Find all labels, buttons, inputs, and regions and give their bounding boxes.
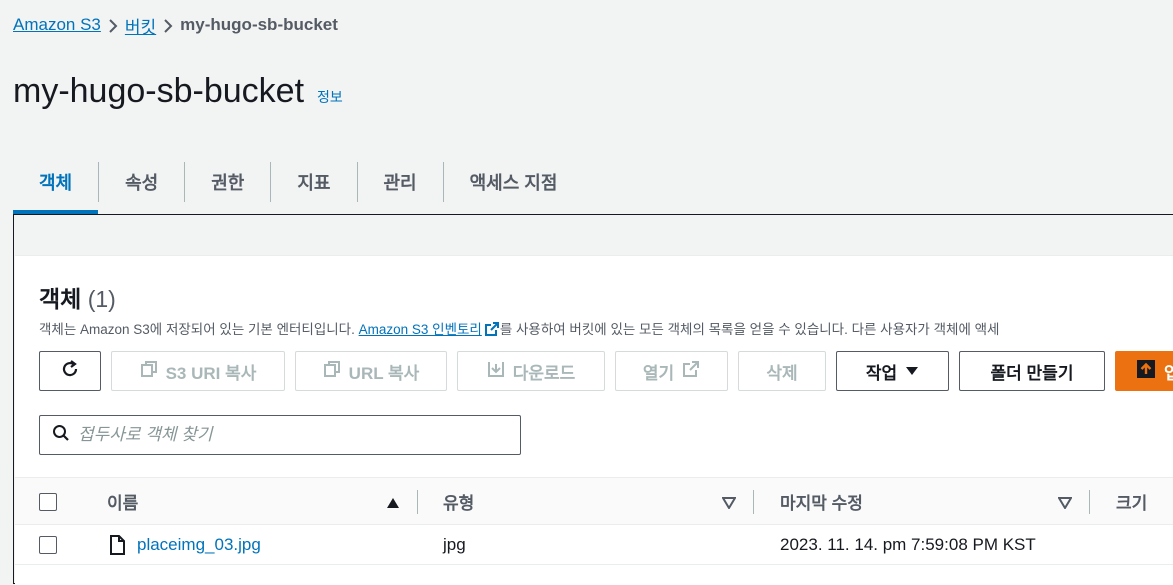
page-title: my-hugo-sb-bucket bbox=[13, 72, 305, 110]
breadcrumb-current: my-hugo-sb-bucket bbox=[180, 15, 338, 34]
search-input[interactable] bbox=[78, 425, 498, 445]
tab-permissions[interactable]: 권한 bbox=[185, 150, 270, 214]
copy-s3-uri-label: S3 URI 복사 bbox=[165, 363, 257, 383]
desc-text-before: 객체는 Amazon S3에 저장되어 있는 기본 엔터티입니다. bbox=[39, 322, 359, 337]
page-header: my-hugo-sb-bucket 정보 bbox=[13, 72, 343, 111]
create-folder-button[interactable]: 폴더 만들기 bbox=[959, 351, 1105, 391]
file-icon bbox=[109, 525, 125, 565]
column-size[interactable]: 크기 bbox=[1116, 478, 1147, 524]
delete-label: 삭제 bbox=[766, 363, 798, 383]
chevron-right-icon bbox=[156, 15, 180, 35]
tab-bar: 객체 속성 권한 지표 관리 액세스 지점 bbox=[13, 150, 583, 214]
external-link-icon bbox=[682, 360, 700, 383]
copy-url-button[interactable]: URL 복사 bbox=[295, 351, 447, 391]
tab-properties[interactable]: 속성 bbox=[99, 150, 184, 214]
breadcrumb-buckets[interactable]: 버킷 bbox=[125, 13, 156, 38]
upload-button[interactable]: 업 bbox=[1115, 351, 1173, 391]
copy-url-label: URL 복사 bbox=[348, 363, 420, 383]
delete-button[interactable]: 삭제 bbox=[738, 351, 826, 391]
sort-caret-icon[interactable] bbox=[1057, 496, 1073, 514]
upload-label: 업 bbox=[1164, 363, 1173, 383]
select-all-checkbox[interactable] bbox=[39, 493, 57, 511]
object-type: jpg bbox=[443, 535, 466, 554]
tab-panel: 객체 (1) 객체는 Amazon S3에 저장되어 있는 기본 엔터티입니다.… bbox=[13, 214, 1173, 585]
tab-metrics[interactable]: 지표 bbox=[271, 150, 356, 214]
tab-objects[interactable]: 객체 bbox=[13, 150, 99, 214]
table-row: placeimg_03.jpg jpg 2023. 11. 14. pm 7:5… bbox=[15, 525, 1173, 565]
object-last-modified: 2023. 11. 14. pm 7:59:08 PM KST bbox=[780, 535, 1036, 554]
column-divider bbox=[1089, 490, 1090, 514]
caret-down-icon bbox=[905, 361, 919, 381]
object-name-link[interactable]: placeimg_03.jpg bbox=[137, 525, 261, 565]
actions-dropdown[interactable]: 작업 bbox=[836, 351, 949, 391]
column-name[interactable]: 이름 bbox=[107, 478, 138, 524]
objects-description: 객체는 Amazon S3에 저장되어 있는 기본 엔터티입니다. Amazon… bbox=[39, 318, 999, 340]
tab-management[interactable]: 관리 bbox=[358, 150, 443, 214]
objects-heading: 객체 (1) bbox=[39, 280, 116, 314]
open-button[interactable]: 열기 bbox=[615, 351, 728, 391]
tab-access-points[interactable]: 액세스 지점 bbox=[444, 150, 584, 214]
copy-s3-uri-button[interactable]: S3 URI 복사 bbox=[111, 351, 285, 391]
objects-count: (1) bbox=[87, 286, 116, 312]
download-button[interactable]: 다운로드 bbox=[457, 351, 605, 391]
actions-label: 작업 bbox=[865, 363, 898, 383]
column-divider bbox=[753, 490, 754, 514]
search-icon bbox=[52, 424, 70, 447]
copy-icon bbox=[140, 360, 158, 383]
info-link[interactable]: 정보 bbox=[317, 87, 343, 107]
breadcrumb-amazon-s3[interactable]: Amazon S3 bbox=[13, 15, 101, 35]
upload-icon bbox=[1136, 359, 1156, 384]
copy-icon bbox=[323, 360, 341, 383]
chevron-right-icon bbox=[101, 15, 125, 35]
download-icon bbox=[487, 360, 505, 383]
objects-heading-label: 객체 bbox=[39, 286, 82, 312]
table-header: 이름 유형 마지막 수정 크기 bbox=[15, 477, 1173, 525]
refresh-button[interactable] bbox=[39, 351, 101, 391]
desc-text-after: 를 사용하여 버킷에 있는 모든 객체의 목록을 얻을 수 있습니다. 다른 사… bbox=[499, 322, 1000, 337]
objects-container: 객체 (1) 객체는 Amazon S3에 저장되어 있는 기본 엔터티입니다.… bbox=[15, 255, 1173, 585]
column-type[interactable]: 유형 bbox=[443, 478, 474, 524]
column-divider bbox=[417, 490, 418, 514]
search-box bbox=[39, 415, 521, 455]
create-folder-label: 폴더 만들기 bbox=[990, 363, 1074, 383]
sort-ascending-icon[interactable] bbox=[386, 496, 400, 514]
breadcrumb: Amazon S3 버킷 my-hugo-sb-bucket bbox=[13, 13, 338, 37]
sort-caret-icon[interactable] bbox=[721, 496, 737, 514]
row-checkbox[interactable] bbox=[39, 536, 57, 554]
open-label: 열기 bbox=[642, 363, 675, 383]
download-label: 다운로드 bbox=[512, 363, 576, 383]
inventory-link[interactable]: Amazon S3 인벤토리 bbox=[359, 322, 482, 337]
column-last-modified[interactable]: 마지막 수정 bbox=[780, 478, 863, 524]
external-link-icon bbox=[484, 321, 500, 340]
refresh-icon bbox=[60, 359, 80, 384]
